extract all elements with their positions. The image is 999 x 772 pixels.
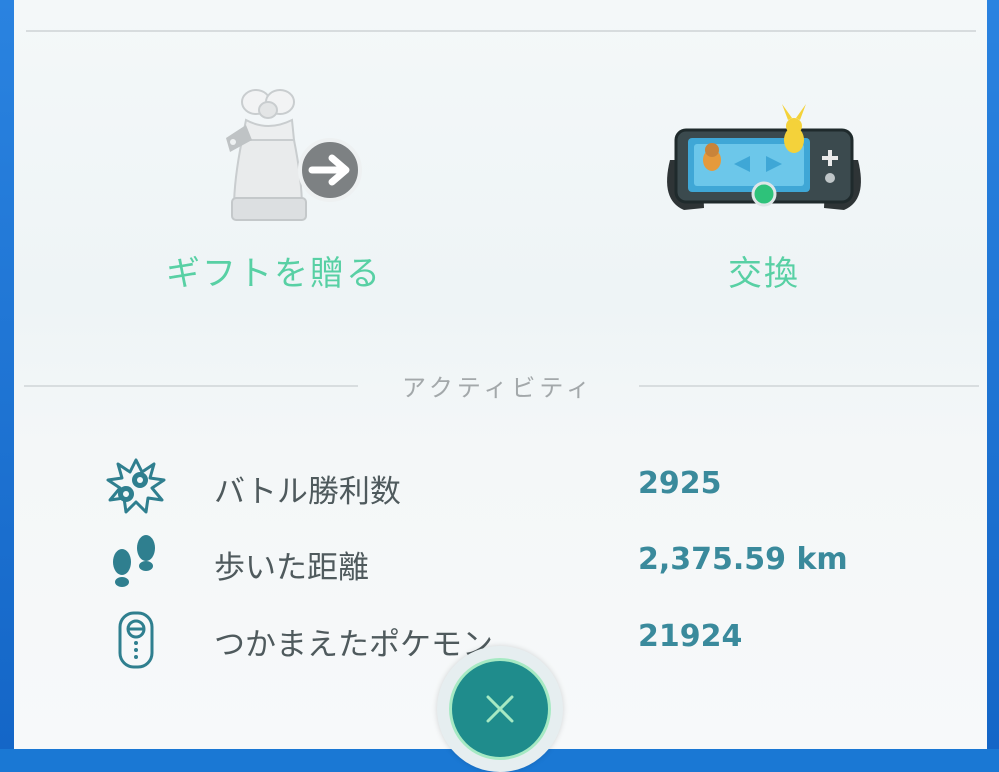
distance-walked-value: 2,375.59 km — [638, 542, 848, 577]
activity-title: アクティビティ — [402, 374, 594, 402]
battle-icon — [106, 458, 166, 514]
activity-section-header: アクティビティ — [24, 368, 979, 404]
gift-bag-icon — [226, 89, 362, 221]
pokemon-caught-label: つかまえたポケモン — [214, 627, 493, 663]
close-icon — [486, 695, 514, 723]
stat-row-battles: バトル勝利数 2925 — [104, 456, 904, 516]
close-button[interactable] — [449, 658, 551, 760]
trade-label: 交換 — [728, 254, 800, 294]
trade-button[interactable]: 交換 — [654, 90, 874, 294]
stat-row-distance: 歩いた距離 2,375.59 km — [104, 532, 904, 592]
footprints-icon — [113, 535, 155, 587]
pokedex-device-icon — [118, 611, 154, 669]
divider-right — [639, 385, 979, 387]
frame-left — [0, 0, 14, 749]
close-button-ring — [437, 646, 563, 772]
gift-label: ギフトを贈る — [166, 254, 382, 294]
distance-walked-label: 歩いた距離 — [214, 550, 369, 586]
trade-device-icon — [667, 104, 861, 210]
frame-right — [987, 0, 999, 749]
top-divider — [26, 30, 976, 32]
battle-wins-label: バトル勝利数 — [214, 474, 401, 510]
battle-wins-value: 2925 — [638, 466, 722, 501]
divider-left — [24, 385, 358, 387]
pokemon-caught-value: 21924 — [638, 619, 743, 654]
profile-panel: ギフトを贈る 交換 アクティビティ バトル勝利数 2925 歩いた距離 2,37… — [14, 0, 987, 749]
send-gift-button[interactable]: ギフトを贈る — [134, 80, 414, 294]
